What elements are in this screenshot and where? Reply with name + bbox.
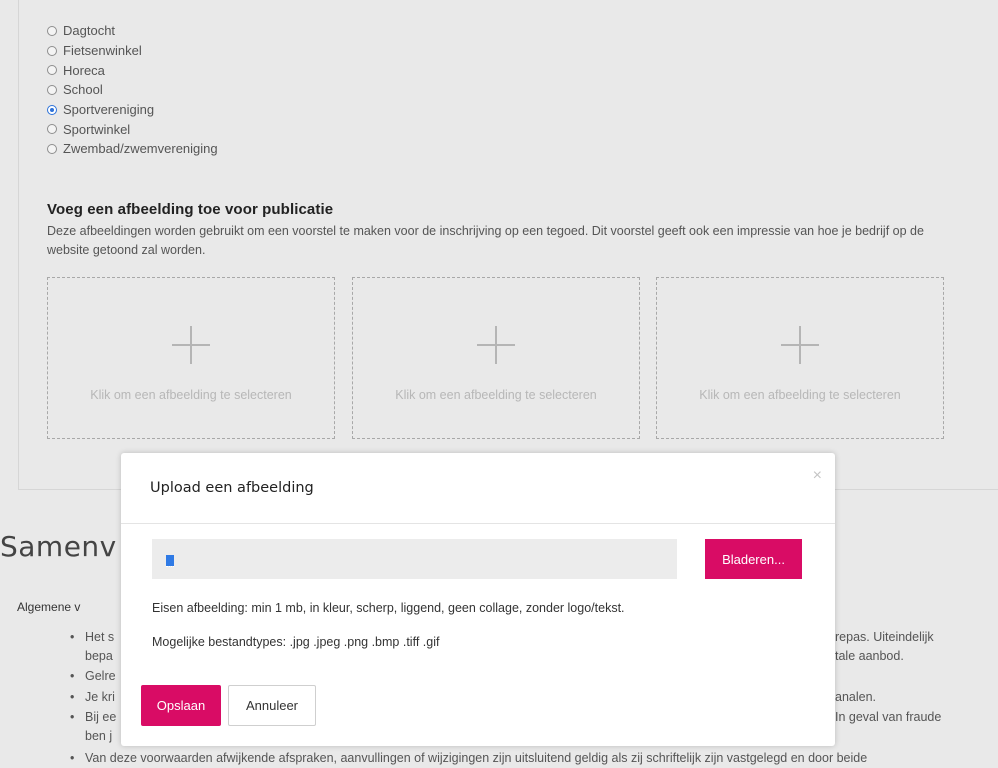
summary-bullet-tail: In geval van fraude [835,710,942,724]
summary-bullet: • Bij ee [70,710,117,724]
category-radio-group: Dagtocht Fietsenwinkel Horeca School Spo… [47,21,218,159]
image-upload-slot-1[interactable]: Klik om een afbeelding te selecteren [47,277,335,439]
summary-bullet-tail: repas. Uiteindelijk [835,630,934,644]
radio-button[interactable] [47,65,57,76]
modal-title: Upload een afbeelding [150,480,314,496]
summary-sub-label: Algemene v [17,600,81,614]
radio-button[interactable] [47,25,57,36]
radio-label: Sportwinkel [63,121,131,137]
radio-option-horeca[interactable]: Horeca [47,60,218,80]
radio-label: Horeca [63,62,105,78]
image-section-description: Deze afbeeldingen worden gebruikt om een… [47,224,924,257]
radio-option-fietsenwinkel[interactable]: Fietsenwinkel [47,41,218,61]
browse-button[interactable]: Bladeren... [705,539,802,579]
summary-bullet: • Gelre [70,669,116,683]
summary-bullet-continuation: bepa [85,649,113,663]
radio-button-selected[interactable] [47,104,57,115]
radio-option-sportwinkel[interactable]: Sportwinkel [47,119,218,139]
upload-slot-label: Klik om een afbeelding te selecteren [90,388,292,402]
radio-label: Zwembad/zwemvereniging [63,141,218,157]
radio-button[interactable] [47,45,57,56]
summary-bullet: • Je kri [70,690,115,704]
radio-option-zwembad[interactable]: Zwembad/zwemvereniging [47,139,218,159]
summary-bullet: • Van deze voorwaarden afwijkende afsprak… [70,751,868,765]
upload-slot-label: Klik om een afbeelding te selecteren [699,388,901,402]
upload-image-modal: Upload een afbeelding × Bladeren... Eise… [121,453,835,746]
plus-icon [781,326,819,364]
radio-button[interactable] [47,143,57,154]
radio-button[interactable] [47,84,57,95]
cancel-button[interactable]: Annuleer [228,685,316,726]
image-upload-slot-2[interactable]: Klik om een afbeelding te selecteren [352,277,640,439]
plus-icon [477,326,515,364]
file-path-input[interactable] [152,539,677,579]
summary-heading: Samenv [0,530,117,563]
radio-label: School [63,82,103,98]
file-icon [166,555,174,567]
summary-bullet-continuation: ben j [85,729,113,743]
summary-bullet: • Het s [70,630,115,644]
summary-bullet-tail: analen. [835,690,877,704]
radio-button[interactable] [47,124,57,135]
summary-bullet-tail: tale aanbod. [835,649,904,663]
radio-label: Fietsenwinkel [63,43,142,59]
plus-icon [172,326,210,364]
save-button[interactable]: Opslaan [141,685,221,726]
image-upload-slot-3[interactable]: Klik om een afbeelding te selecteren [656,277,944,439]
allowed-filetypes: Mogelijke bestandtypes: .jpg .jpeg .png … [152,635,440,649]
image-requirements: Eisen afbeelding: min 1 mb, in kleur, sc… [152,601,625,615]
radio-option-school[interactable]: School [47,80,218,100]
upload-slot-label: Klik om een afbeelding te selecteren [395,388,597,402]
radio-option-dagtocht[interactable]: Dagtocht [47,21,218,41]
modal-header: Upload een afbeelding × [121,453,835,524]
radio-label: Sportvereniging [63,102,155,118]
close-icon[interactable]: × [813,467,822,485]
radio-option-sportvereniging[interactable]: Sportvereniging [47,100,218,120]
image-section-heading: Voeg een afbeelding toe voor publicatie [47,201,334,218]
radio-label: Dagtocht [63,23,116,39]
